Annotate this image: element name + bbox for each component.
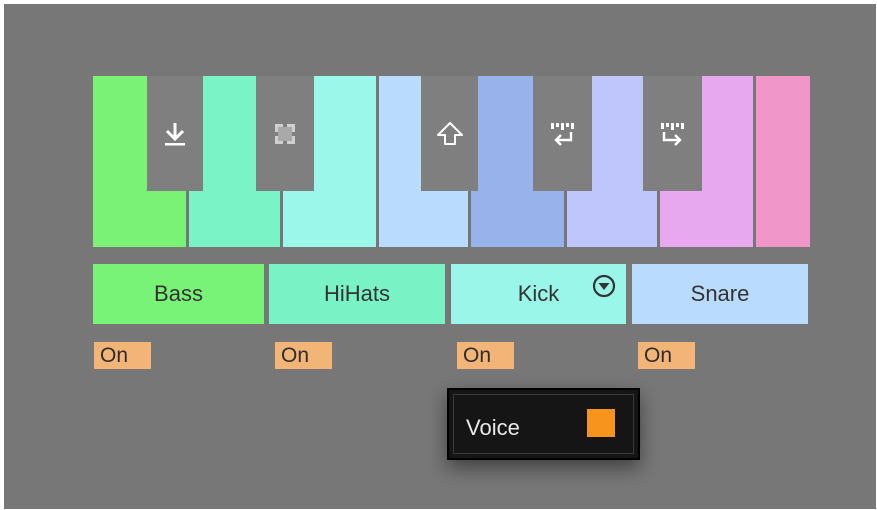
black-key-shift[interactable] [421,76,478,191]
voice-color-swatch[interactable] [587,409,615,437]
black-key-download[interactable] [147,76,203,191]
on-toggle-kick[interactable]: On [457,342,514,369]
download-arrow-icon [165,122,185,145]
key-separator [468,191,471,247]
pad-bass[interactable]: Bass [93,264,264,324]
pad-label: Bass [154,281,203,306]
pattern-right-arrow-icon [660,122,684,146]
key-separator [186,191,189,247]
shift-up-arrow-icon [436,121,463,145]
black-key-pattern-left[interactable] [533,76,592,191]
pad-hihats[interactable]: HiHats [269,264,445,324]
voice-popup: Voice [447,388,640,460]
focus-brackets-icon [275,123,295,144]
pad-label: Kick [517,281,560,306]
chevron-down-circle-icon[interactable] [592,274,616,298]
key-separator [564,191,567,247]
black-key-focus[interactable] [256,76,314,191]
on-toggle-hihats[interactable]: On [275,342,332,369]
key-separator [753,76,756,247]
on-toggle-bass[interactable]: On [94,342,151,369]
key-separator [280,191,283,247]
pad-label: Snare [690,281,750,306]
key-separator [657,191,660,247]
pad-kick[interactable]: Kick [451,264,626,324]
keyboard [93,76,810,247]
key-separator [376,76,379,247]
pattern-left-arrow-icon [550,122,574,146]
pad-label: HiHats [323,281,390,306]
on-toggle-snare-area[interactable]: On [638,342,695,369]
pad-snare[interactable]: Snare [632,264,808,324]
voice-label: Voice [466,415,520,440]
voice-popup-inner: Voice [453,394,634,454]
black-key-pattern-right[interactable] [643,76,702,191]
white-key-8[interactable] [756,76,810,247]
